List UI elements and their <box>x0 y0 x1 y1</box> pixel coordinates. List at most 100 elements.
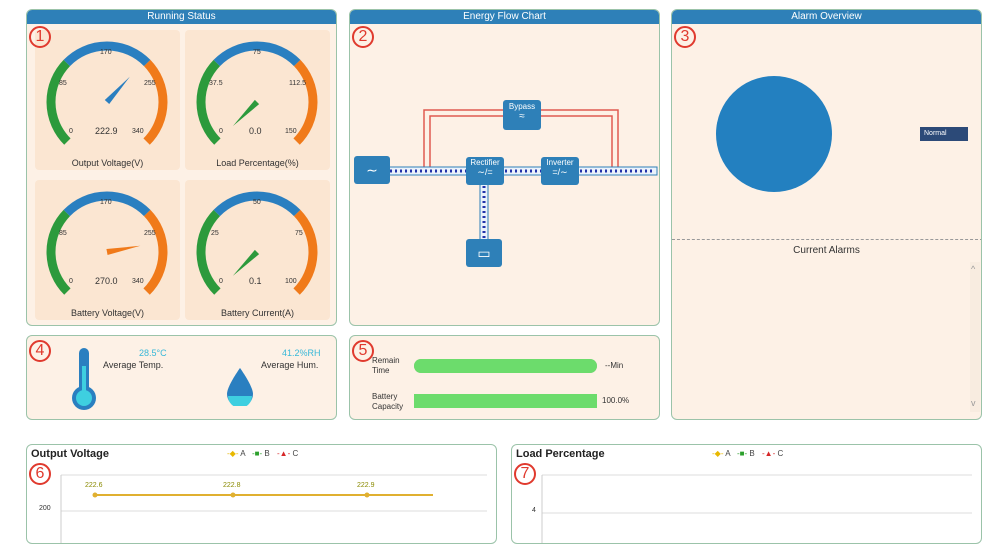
gauge-tick-label: 50 <box>253 199 261 206</box>
gauge-title: Load Percentage(%) <box>216 158 299 168</box>
gauge-needle <box>104 76 130 105</box>
gauge-min-label: 0 <box>69 278 73 285</box>
rectifier-label: Rectifier <box>470 158 500 167</box>
gauge-arc-segment <box>143 209 168 295</box>
badge-1: 1 <box>29 26 51 48</box>
output-voltage-plot: 222.6 222.8 222.9 <box>60 474 487 543</box>
load-percentage-plot <box>541 474 972 543</box>
badge-6: 6 <box>29 463 51 485</box>
alarm-divider <box>672 239 981 240</box>
gauge-arc-segment <box>293 209 318 295</box>
gauge-max-label: 100 <box>285 278 297 285</box>
series-a-point <box>230 492 236 498</box>
hum-label: Average Hum. <box>261 360 319 370</box>
gauge-tick-label: 75 <box>295 230 303 237</box>
gauge-tick-label: 85 <box>59 230 67 237</box>
gauge-max-label: 150 <box>285 128 297 135</box>
remain-time-value: --Min <box>605 361 624 370</box>
gauge-arc-segment <box>143 59 168 145</box>
gauge-title: Battery Voltage(V) <box>70 308 145 318</box>
gauge-min-label: 0 <box>219 128 223 135</box>
energy-flow-panel: Energy Flow Chart 2 ∼ Bypass ≈ Rectifier… <box>349 9 660 326</box>
rectifier-icon: ∼/= <box>477 167 493 177</box>
battery-block-icon: ▭ <box>466 239 502 267</box>
gauge-max-label: 340 <box>132 278 144 285</box>
remain-time-label: Remain Time <box>372 356 400 375</box>
gauge-tick-label: 255 <box>144 230 156 237</box>
scroll-down-icon[interactable]: v <box>971 398 976 408</box>
humidity-drop-icon <box>227 368 253 406</box>
gauge-tick-label: 85 <box>59 80 67 87</box>
gauge-output-voltage: 170 85 255 0 340 222.9 Output Voltage(V) <box>35 30 180 170</box>
gauge-tick-label: 25 <box>211 230 219 237</box>
current-alarms-scrollbar[interactable]: ^ v <box>970 262 980 412</box>
inverter-icon: =/∼ <box>552 167 568 177</box>
alarm-pie-slice-normal <box>716 76 832 192</box>
gauge-min-label: 0 <box>69 128 73 135</box>
bypass-label: Bypass <box>508 102 536 111</box>
current-alarms-title: Current Alarms <box>793 245 860 256</box>
gauge-arc-segment <box>46 209 71 295</box>
remain-time-bar <box>414 359 597 373</box>
gauge-tick-label: 170 <box>100 49 112 56</box>
gauge-arc-segment <box>196 59 221 145</box>
gauge-load-percentage: 75 37.5 112.5 0 150 0.0 Load Percentage(… <box>185 30 330 170</box>
series-a-point <box>92 492 98 498</box>
badge-5: 5 <box>352 340 374 362</box>
scroll-up-icon[interactable]: ^ <box>971 264 975 274</box>
gauge-max-label: 340 <box>132 128 144 135</box>
remain-time-bar-fill <box>414 359 597 373</box>
gauge-needle <box>106 245 141 255</box>
gauge-tick-label: 37.5 <box>209 80 223 87</box>
battery-capacity-bar <box>414 394 597 408</box>
running-status-panel: Running Status 1 170 85 255 0 340 222.9 … <box>26 9 337 326</box>
badge-2: 2 <box>352 26 374 48</box>
gauge-value: 0.1 <box>249 276 262 286</box>
gauge-arc-segment <box>196 209 221 295</box>
gauge-value: 270.0 <box>95 276 118 286</box>
ac-input-icon: ∼ <box>354 156 390 184</box>
series-a-data-label: 222.6 <box>85 482 103 489</box>
gauge-needle <box>232 249 260 276</box>
alarm-legend-label: Normal <box>924 130 947 137</box>
battery-capacity-label: Battery Capacity <box>372 392 404 411</box>
gauge-tick-label: 112.5 <box>289 80 306 87</box>
gauge-value: 0.0 <box>249 126 262 136</box>
gauge-min-label: 0 <box>219 278 223 285</box>
inverter-label: Inverter <box>546 158 574 167</box>
badge-7: 7 <box>514 463 536 485</box>
badge-3: 3 <box>674 26 696 48</box>
inverter-block: Inverter =/∼ <box>541 157 579 185</box>
battery-panel: 5 Remain Time --Min Battery Capacity 100… <box>349 335 660 420</box>
energy-flow-diagram <box>354 109 658 246</box>
gauge-tick-label: 170 <box>100 199 112 206</box>
badge-4: 4 <box>29 340 51 362</box>
bypass-icon: ≈ <box>519 111 525 122</box>
rectifier-block: Rectifier ∼/= <box>466 157 504 185</box>
gauge-title: Output Voltage(V) <box>71 158 144 168</box>
gauge-battery-voltage: 170 85 255 0 340 270.0 Battery Voltage(V… <box>35 180 180 320</box>
gauge-battery-current: 50 25 75 0 100 0.1 Battery Current(A) <box>185 180 330 320</box>
load-percentage-chart-panel: Load Percentage -◆- A -■- B -▲- C 7 4 <box>511 444 982 544</box>
gauge-arc-segment <box>293 59 318 145</box>
output-voltage-chart-panel: Output Voltage -◆- A -■- B -▲- C 6 200 2… <box>26 444 497 544</box>
temp-label: Average Temp. <box>103 360 164 370</box>
temp-value: 28.5°C <box>139 348 167 358</box>
gauge-arc-segment <box>46 59 71 145</box>
gauge-tick-label: 255 <box>144 80 156 87</box>
running-status-title: Running Status <box>27 10 336 24</box>
thermometer-icon <box>72 348 96 410</box>
gauge-needle <box>232 99 260 127</box>
gauge-tick-label: 75 <box>253 49 261 56</box>
series-a-point <box>364 492 370 498</box>
alarm-pie-chart <box>716 76 832 192</box>
bypass-block: Bypass ≈ <box>503 100 541 130</box>
battery-capacity-bar-fill <box>414 394 597 408</box>
hum-value: 41.2%RH <box>282 348 321 358</box>
series-a-data-label: 222.9 <box>357 482 375 489</box>
alarm-legend-normal: Normal <box>920 127 968 141</box>
environment-panel: 4 28.5°C Average Temp. 41.2%RH Average H… <box>26 335 337 420</box>
gauge-title: Battery Current(A) <box>220 308 295 318</box>
series-a-data-label: 222.8 <box>223 482 241 489</box>
battery-capacity-value: 100.0% <box>602 396 630 405</box>
